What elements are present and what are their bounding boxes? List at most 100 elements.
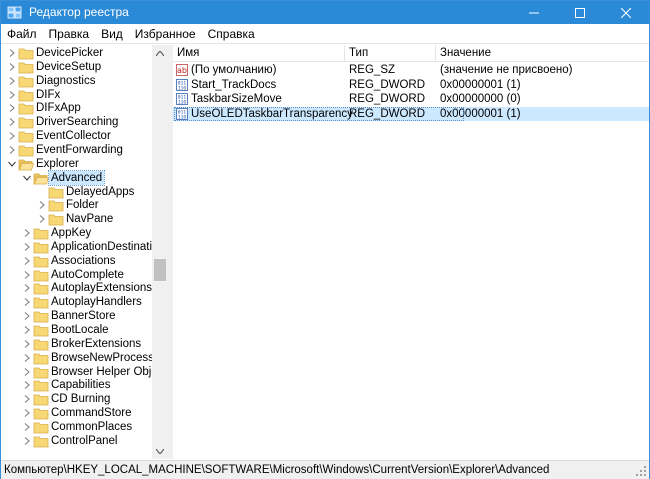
expander-collapsed-icon[interactable]: [22, 392, 32, 406]
menu-help[interactable]: Справка: [202, 24, 261, 44]
value-name: Start_TrackDocs: [191, 78, 277, 91]
menu-edit[interactable]: Правка: [43, 24, 96, 44]
expander-collapsed-icon[interactable]: [22, 365, 32, 379]
scrollbar-thumb[interactable]: [154, 259, 166, 281]
registry-tree[interactable]: DevicePicker DeviceSetup Diagnostics DIFx DI…: [1, 45, 168, 459]
expander-expanded-icon[interactable]: [7, 157, 17, 171]
tree-item[interactable]: AutoplayExtensions: [1, 281, 152, 295]
resize-grip-icon[interactable]: [635, 465, 647, 477]
tree-item[interactable]: NavPane: [1, 212, 152, 226]
scroll-down-arrow-icon[interactable]: [152, 443, 168, 459]
tree-item[interactable]: EventCollector: [1, 129, 152, 143]
folder-icon: [48, 185, 64, 199]
list-row[interactable]: 011 110 Start_TrackDocs REG_DWORD 0x00000001…: [173, 78, 649, 92]
tree-item-label: Capabilities: [51, 379, 111, 392]
column-value[interactable]: Значение: [436, 45, 649, 62]
expander-collapsed-icon[interactable]: [37, 198, 47, 212]
tree-item[interactable]: Browser Helper Objects: [1, 365, 167, 379]
folder-icon: [33, 268, 49, 282]
expander-collapsed-icon[interactable]: [7, 46, 17, 60]
tree-item-label: ControlPanel: [51, 434, 118, 447]
list-row[interactable]: ab (По умолчанию) REG_SZ (значение не присв…: [173, 63, 649, 77]
tree-item[interactable]: Folder: [1, 198, 152, 212]
tree-item-label: Associations: [51, 254, 116, 267]
tree-item[interactable]: EventForwarding: [1, 143, 152, 157]
tree-item[interactable]: BrowseNewProcess: [1, 351, 154, 365]
values-list[interactable]: Имя Тип Значение ab (По умолчанию) REG_SZ (…: [173, 45, 649, 459]
expander-collapsed-icon[interactable]: [22, 420, 32, 434]
folder-open-icon: [33, 171, 50, 185]
folder-icon: [18, 101, 34, 115]
tree-item[interactable]: AutoComplete: [1, 268, 152, 282]
tree-item[interactable]: AppKey: [1, 226, 152, 240]
column-type[interactable]: Тип: [345, 45, 436, 62]
maximize-button[interactable]: [557, 1, 603, 24]
svg-text:110: 110: [178, 100, 186, 106]
list-row[interactable]: 011 110 UseOLEDTaskbarTransparency REG_DWOR…: [173, 106, 649, 121]
expander-collapsed-icon[interactable]: [7, 143, 17, 157]
tree-item[interactable]: Advanced: [1, 169, 152, 186]
tree-scrollbar[interactable]: [152, 45, 168, 459]
tree-item[interactable]: ApplicationDestinations: [1, 240, 167, 254]
tree-item-label: Diagnostics: [36, 74, 96, 87]
menu-file[interactable]: Файл: [1, 24, 43, 44]
expander-collapsed-icon[interactable]: [22, 295, 32, 309]
tree-item[interactable]: BannerStore: [1, 309, 152, 323]
tree-item[interactable]: CommandStore: [1, 406, 152, 420]
window-title: Редактор реестра: [29, 5, 129, 19]
tree-item[interactable]: DriverSearching: [1, 115, 152, 129]
minimize-button[interactable]: [511, 1, 557, 24]
expander-collapsed-icon[interactable]: [22, 281, 32, 295]
tree-item-label: ApplicationDestinations: [51, 240, 168, 253]
value-data: 0x00000000 (0): [440, 93, 521, 105]
expander-collapsed-icon[interactable]: [22, 226, 32, 240]
expander-collapsed-icon[interactable]: [7, 115, 17, 129]
tree-item-label: BannerStore: [51, 310, 116, 323]
expander-collapsed-icon[interactable]: [7, 74, 17, 88]
tree-item[interactable]: DevicePicker: [1, 46, 152, 60]
expander-collapsed-icon[interactable]: [22, 351, 32, 365]
tree-item[interactable]: Explorer: [1, 157, 152, 171]
expander-expanded-icon[interactable]: [22, 171, 32, 185]
title-bar[interactable]: Редактор реестра: [1, 1, 649, 24]
tree-item[interactable]: CommonPlaces: [1, 420, 152, 434]
expander-collapsed-icon[interactable]: [7, 60, 17, 74]
tree-item[interactable]: AutoplayHandlers: [1, 295, 152, 309]
folder-open-icon: [18, 157, 35, 171]
tree-item[interactable]: DIFx: [1, 88, 152, 102]
tree-item[interactable]: DeviceSetup: [1, 60, 152, 74]
folder-icon: [18, 115, 34, 129]
expander-collapsed-icon[interactable]: [22, 378, 32, 392]
expander-collapsed-icon[interactable]: [22, 434, 32, 448]
tree-item[interactable]: BrokerExtensions: [1, 337, 152, 351]
tree-item[interactable]: Capabilities: [1, 378, 152, 392]
tree-item[interactable]: Diagnostics: [1, 74, 152, 88]
menu-favorites[interactable]: Избранное: [129, 24, 202, 44]
expander-collapsed-icon[interactable]: [22, 337, 32, 351]
svg-text:110: 110: [178, 114, 186, 120]
expander-collapsed-icon[interactable]: [22, 323, 32, 337]
scroll-up-arrow-icon[interactable]: [152, 45, 168, 61]
folder-icon: [33, 254, 49, 268]
tree-item-label: EventForwarding: [36, 143, 123, 156]
close-button[interactable]: [603, 1, 649, 24]
expander-collapsed-icon[interactable]: [22, 309, 32, 323]
expander-collapsed-icon[interactable]: [22, 240, 32, 254]
tree-item[interactable]: ControlPanel: [1, 434, 152, 448]
expander-collapsed-icon[interactable]: [22, 406, 32, 420]
expander-collapsed-icon[interactable]: [7, 101, 17, 115]
tree-item[interactable]: DelayedApps: [1, 185, 152, 199]
value-name: TaskbarSizeMove: [191, 93, 282, 105]
tree-item[interactable]: Associations: [1, 254, 152, 268]
expander-collapsed-icon[interactable]: [7, 129, 17, 143]
list-row[interactable]: 011 110 TaskbarSizeMove REG_DWORD 0x00000000…: [173, 92, 649, 106]
tree-item[interactable]: BootLocale: [1, 323, 152, 337]
expander-collapsed-icon[interactable]: [22, 268, 32, 282]
column-name[interactable]: Имя: [173, 45, 345, 62]
expander-collapsed-icon[interactable]: [22, 254, 32, 268]
tree-item[interactable]: CD Burning: [1, 392, 152, 406]
expander-collapsed-icon[interactable]: [7, 88, 17, 102]
menu-view[interactable]: Вид: [95, 24, 129, 44]
expander-collapsed-icon[interactable]: [37, 212, 47, 226]
tree-item[interactable]: DIFxApp: [1, 101, 152, 115]
